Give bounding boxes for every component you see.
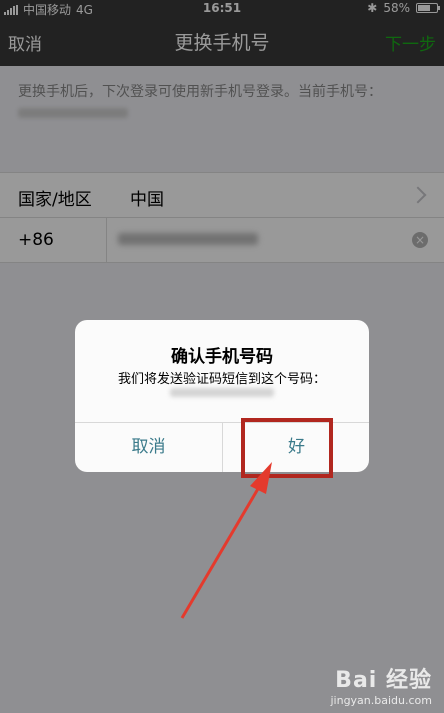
change-phone-screen: 中国移动 4G 16:51 ✱ 58% 取消 更换手机号 下一步 更换手机后，下…	[0, 0, 444, 713]
watermark-brand: Bai 经验	[335, 668, 432, 693]
baidu-jingyan-watermark: Bai 经验 jingyan.baidu.com	[330, 662, 432, 707]
watermark-url: jingyan.baidu.com	[330, 694, 432, 707]
pointer-arrow-icon	[180, 462, 272, 619]
